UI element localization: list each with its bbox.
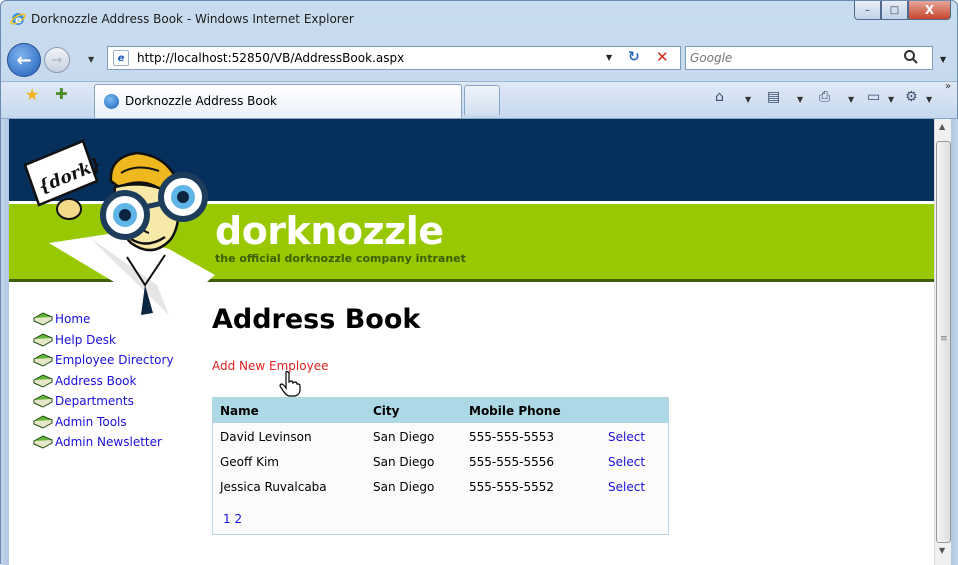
tab-label: Dorknozzle Address Book	[125, 94, 278, 108]
close-button[interactable]: X	[908, 1, 951, 20]
address-bar[interactable]: e http://localhost:52850/VB/AddressBook.…	[107, 46, 681, 70]
cell-city: San Diego	[373, 430, 435, 444]
sidebar-link-employee-directory[interactable]: Employee Directory	[55, 353, 174, 367]
scroll-down-arrow-icon[interactable]: ▼	[939, 546, 945, 555]
page-link-2[interactable]: 2	[234, 512, 242, 526]
grid-pager: 1 2	[223, 512, 242, 526]
arrow-left-icon: ←	[16, 49, 32, 71]
scroll-up-arrow-icon[interactable]: ▲	[939, 122, 945, 131]
arrow-right-icon: →	[51, 52, 63, 68]
sidebar-link-address-book[interactable]: Address Book	[55, 374, 136, 388]
back-button[interactable]: ←	[7, 43, 41, 77]
book-icon	[33, 415, 53, 429]
grip-icon: ≡	[940, 334, 948, 344]
page-title: Address Book	[212, 304, 421, 335]
feeds-icon[interactable]: ▤	[767, 89, 780, 105]
page-viewport: {dork} dorknozzle the official dorknozzl…	[9, 119, 934, 565]
cell-phone: 555-555-5553	[469, 430, 555, 444]
sidebar-link-home[interactable]: Home	[55, 312, 90, 326]
search-icon[interactable]	[903, 49, 919, 65]
brand-name[interactable]: dorknozzle	[215, 209, 444, 253]
page-link-1[interactable]: 1	[223, 512, 231, 526]
page-menu-icon[interactable]: ▭	[867, 89, 880, 105]
favorites-star-icon[interactable]: ★	[25, 85, 39, 104]
maximize-button[interactable]: □	[881, 1, 908, 20]
cell-name: Jessica Ruvalcaba	[220, 480, 327, 494]
column-header-city: City	[373, 404, 400, 418]
frame-left	[1, 119, 9, 565]
sidebar-item-departments[interactable]: Departments	[33, 391, 174, 412]
select-link[interactable]: Select	[608, 430, 645, 444]
address-dropdown-icon[interactable]: ▼	[606, 53, 612, 62]
sidebar-item-address-book[interactable]: Address Book	[33, 371, 174, 392]
add-favorites-icon[interactable]: ✚	[55, 85, 68, 103]
sidebar-item-help-desk[interactable]: Help Desk	[33, 330, 174, 351]
page-dropdown-icon[interactable]: ▼	[888, 95, 894, 104]
ie-logo-icon: e	[10, 13, 26, 26]
grid-header: Name City Mobile Phone	[213, 398, 668, 423]
sidebar-link-admin-newsletter[interactable]: Admin Newsletter	[55, 435, 162, 449]
vertical-scrollbar[interactable]: ▲ ≡ ▼	[934, 119, 951, 565]
hand-pointer-cursor-icon	[279, 371, 301, 397]
chevron-more-icon[interactable]: »	[945, 81, 951, 92]
book-icon	[33, 312, 53, 326]
book-icon	[33, 374, 53, 388]
column-header-name: Name	[220, 404, 259, 418]
forward-button[interactable]: →	[44, 47, 70, 73]
stop-icon[interactable]: ✕	[656, 48, 669, 66]
add-new-employee-link[interactable]: Add New Employee	[212, 359, 328, 373]
print-icon[interactable]: ⎙	[819, 89, 830, 105]
column-header-mobile-phone: Mobile Phone	[469, 404, 561, 418]
tools-gear-icon[interactable]: ⚙	[905, 89, 918, 105]
sidebar-item-admin-newsletter[interactable]: Admin Newsletter	[33, 432, 174, 453]
title-bar: e Dorknozzle Address Book - Windows Inte…	[1, 1, 957, 37]
frame-right	[951, 119, 958, 565]
window-title: Dorknozzle Address Book - Windows Intern…	[31, 12, 354, 26]
book-icon	[33, 394, 53, 408]
ie-page-icon	[104, 94, 119, 109]
home-icon[interactable]: ⌂	[715, 89, 724, 105]
home-dropdown-icon[interactable]: ▼	[745, 95, 751, 104]
sidebar-nav: Home Help Desk Employee Directory Addres…	[33, 309, 174, 453]
search-input[interactable]	[690, 49, 890, 67]
select-link[interactable]: Select	[608, 480, 645, 494]
sidebar-link-help-desk[interactable]: Help Desk	[55, 333, 116, 347]
feeds-dropdown-icon[interactable]: ▼	[797, 95, 803, 104]
scrollbar-thumb[interactable]: ≡	[936, 141, 951, 543]
tools-dropdown-icon[interactable]: ▼	[926, 95, 932, 104]
refresh-icon[interactable]: ↻	[628, 49, 640, 65]
select-link[interactable]: Select	[608, 455, 645, 469]
cell-name: David Levinson	[220, 430, 312, 444]
sidebar-link-admin-tools[interactable]: Admin Tools	[55, 415, 127, 429]
book-icon	[33, 353, 53, 367]
history-dropdown-icon[interactable]: ▼	[88, 55, 94, 64]
tab-address-book[interactable]: Dorknozzle Address Book	[94, 84, 462, 118]
new-tab-button[interactable]	[464, 85, 500, 115]
dork-mascot-logo: {dork}	[23, 139, 215, 315]
minimize-button[interactable]: –	[854, 1, 881, 20]
book-icon	[33, 333, 53, 347]
employee-grid: Name City Mobile Phone David Levinson Sa…	[212, 397, 669, 535]
window-controls: – □ X	[854, 1, 951, 21]
browser-window: e Dorknozzle Address Book - Windows Inte…	[0, 0, 958, 565]
print-dropdown-icon[interactable]: ▼	[848, 95, 854, 104]
cell-phone: 555-555-5552	[469, 480, 555, 494]
sidebar-item-admin-tools[interactable]: Admin Tools	[33, 412, 174, 433]
cell-city: San Diego	[373, 480, 435, 494]
brand-tagline: the official dorknozzle company intranet	[215, 252, 466, 265]
sidebar-item-home[interactable]: Home	[33, 309, 174, 330]
cell-name: Geoff Kim	[220, 455, 279, 469]
sidebar-item-employee-directory[interactable]: Employee Directory	[33, 350, 174, 371]
search-dropdown-icon[interactable]: ▼	[940, 55, 946, 64]
book-icon	[33, 435, 53, 449]
cell-city: San Diego	[373, 455, 435, 469]
svg-text:e: e	[15, 15, 22, 26]
sidebar-link-departments[interactable]: Departments	[55, 394, 134, 408]
search-box	[685, 46, 933, 70]
url-text[interactable]: http://localhost:52850/VB/AddressBook.as…	[137, 51, 404, 65]
cell-phone: 555-555-5556	[469, 455, 555, 469]
page-icon: e	[113, 50, 129, 66]
